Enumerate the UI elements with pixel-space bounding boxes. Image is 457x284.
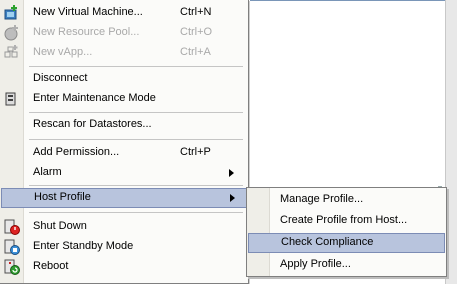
menu-separator: [29, 66, 243, 67]
menu-item-enter-maintenance-mode[interactable]: Enter Maintenance Mode: [0, 89, 248, 109]
submenu-arrow-icon: [230, 194, 235, 202]
host-context-menu: New Virtual Machine... Ctrl+N New Resour…: [0, 0, 249, 284]
resource-pool-icon: [4, 25, 20, 41]
menu-item-label: Alarm: [33, 166, 62, 178]
menu-item-new-virtual-machine[interactable]: New Virtual Machine... Ctrl+N: [0, 3, 248, 23]
submenu-item-label: Create Profile from Host...: [280, 214, 408, 226]
menu-item-new-resource-pool[interactable]: New Resource Pool... Ctrl+O: [0, 23, 248, 43]
submenu-item-apply-profile[interactable]: Apply Profile...: [247, 255, 446, 275]
menu-item-label: Enter Standby Mode: [33, 240, 134, 252]
menu-separator: [29, 212, 243, 213]
menu-item-label: Reboot: [33, 260, 69, 272]
submenu-item-check-compliance[interactable]: Check Compliance: [248, 233, 445, 253]
host-profile-submenu: Manage Profile... Create Profile from Ho…: [246, 187, 447, 277]
submenu-item-label: Manage Profile...: [280, 193, 364, 205]
standby-icon: [4, 239, 20, 255]
menu-item-enter-standby-mode[interactable]: Enter Standby Mode: [0, 237, 248, 257]
submenu-item-label: Check Compliance: [281, 236, 374, 248]
submenu-arrow-icon: [229, 169, 234, 177]
menu-item-shut-down[interactable]: Shut Down: [0, 217, 248, 237]
menu-item-shortcut: Ctrl+O: [180, 26, 213, 38]
menu-item-new-vapp[interactable]: New vApp... Ctrl+A: [0, 43, 248, 63]
menu-item-add-permission[interactable]: Add Permission... Ctrl+P: [0, 143, 248, 163]
menu-item-shortcut: Ctrl+N: [180, 6, 212, 18]
menu-item-label: New Resource Pool...: [33, 26, 140, 38]
menu-item-shortcut: Ctrl+A: [180, 46, 211, 58]
submenu-item-label: Apply Profile...: [280, 258, 351, 270]
vapp-icon: [4, 45, 20, 61]
background-window-edge: [250, 0, 457, 1]
new-vm-icon: [4, 5, 20, 21]
menu-item-rescan-datastores[interactable]: Rescan for Datastores...: [0, 115, 248, 135]
reboot-icon: [4, 259, 20, 275]
menu-item-shortcut: Ctrl+P: [180, 146, 211, 158]
shutdown-icon: [4, 219, 20, 235]
maintenance-mode-icon: [4, 91, 20, 107]
menu-item-label: Rescan for Datastores...: [33, 118, 152, 130]
submenu-item-manage-profile[interactable]: Manage Profile...: [247, 190, 446, 210]
menu-item-label: Add Permission...: [33, 146, 120, 158]
menu-item-label: New Virtual Machine...: [33, 6, 143, 18]
menu-item-label: Disconnect: [33, 72, 88, 84]
menu-separator: [29, 139, 243, 140]
submenu-item-create-profile-from-host[interactable]: Create Profile from Host...: [247, 211, 446, 231]
menu-item-label: New vApp...: [33, 46, 93, 58]
menu-item-host-profile[interactable]: Host Profile: [1, 188, 247, 208]
menu-item-disconnect[interactable]: Disconnect: [0, 69, 248, 89]
menu-separator: [29, 185, 243, 186]
menu-item-label: Enter Maintenance Mode: [33, 92, 156, 104]
menu-item-label: Host Profile: [34, 191, 91, 203]
menu-item-alarm[interactable]: Alarm: [0, 163, 248, 183]
menu-item-label: Shut Down: [33, 220, 87, 232]
menu-separator: [29, 112, 243, 113]
menu-item-reboot[interactable]: Reboot: [0, 257, 248, 277]
